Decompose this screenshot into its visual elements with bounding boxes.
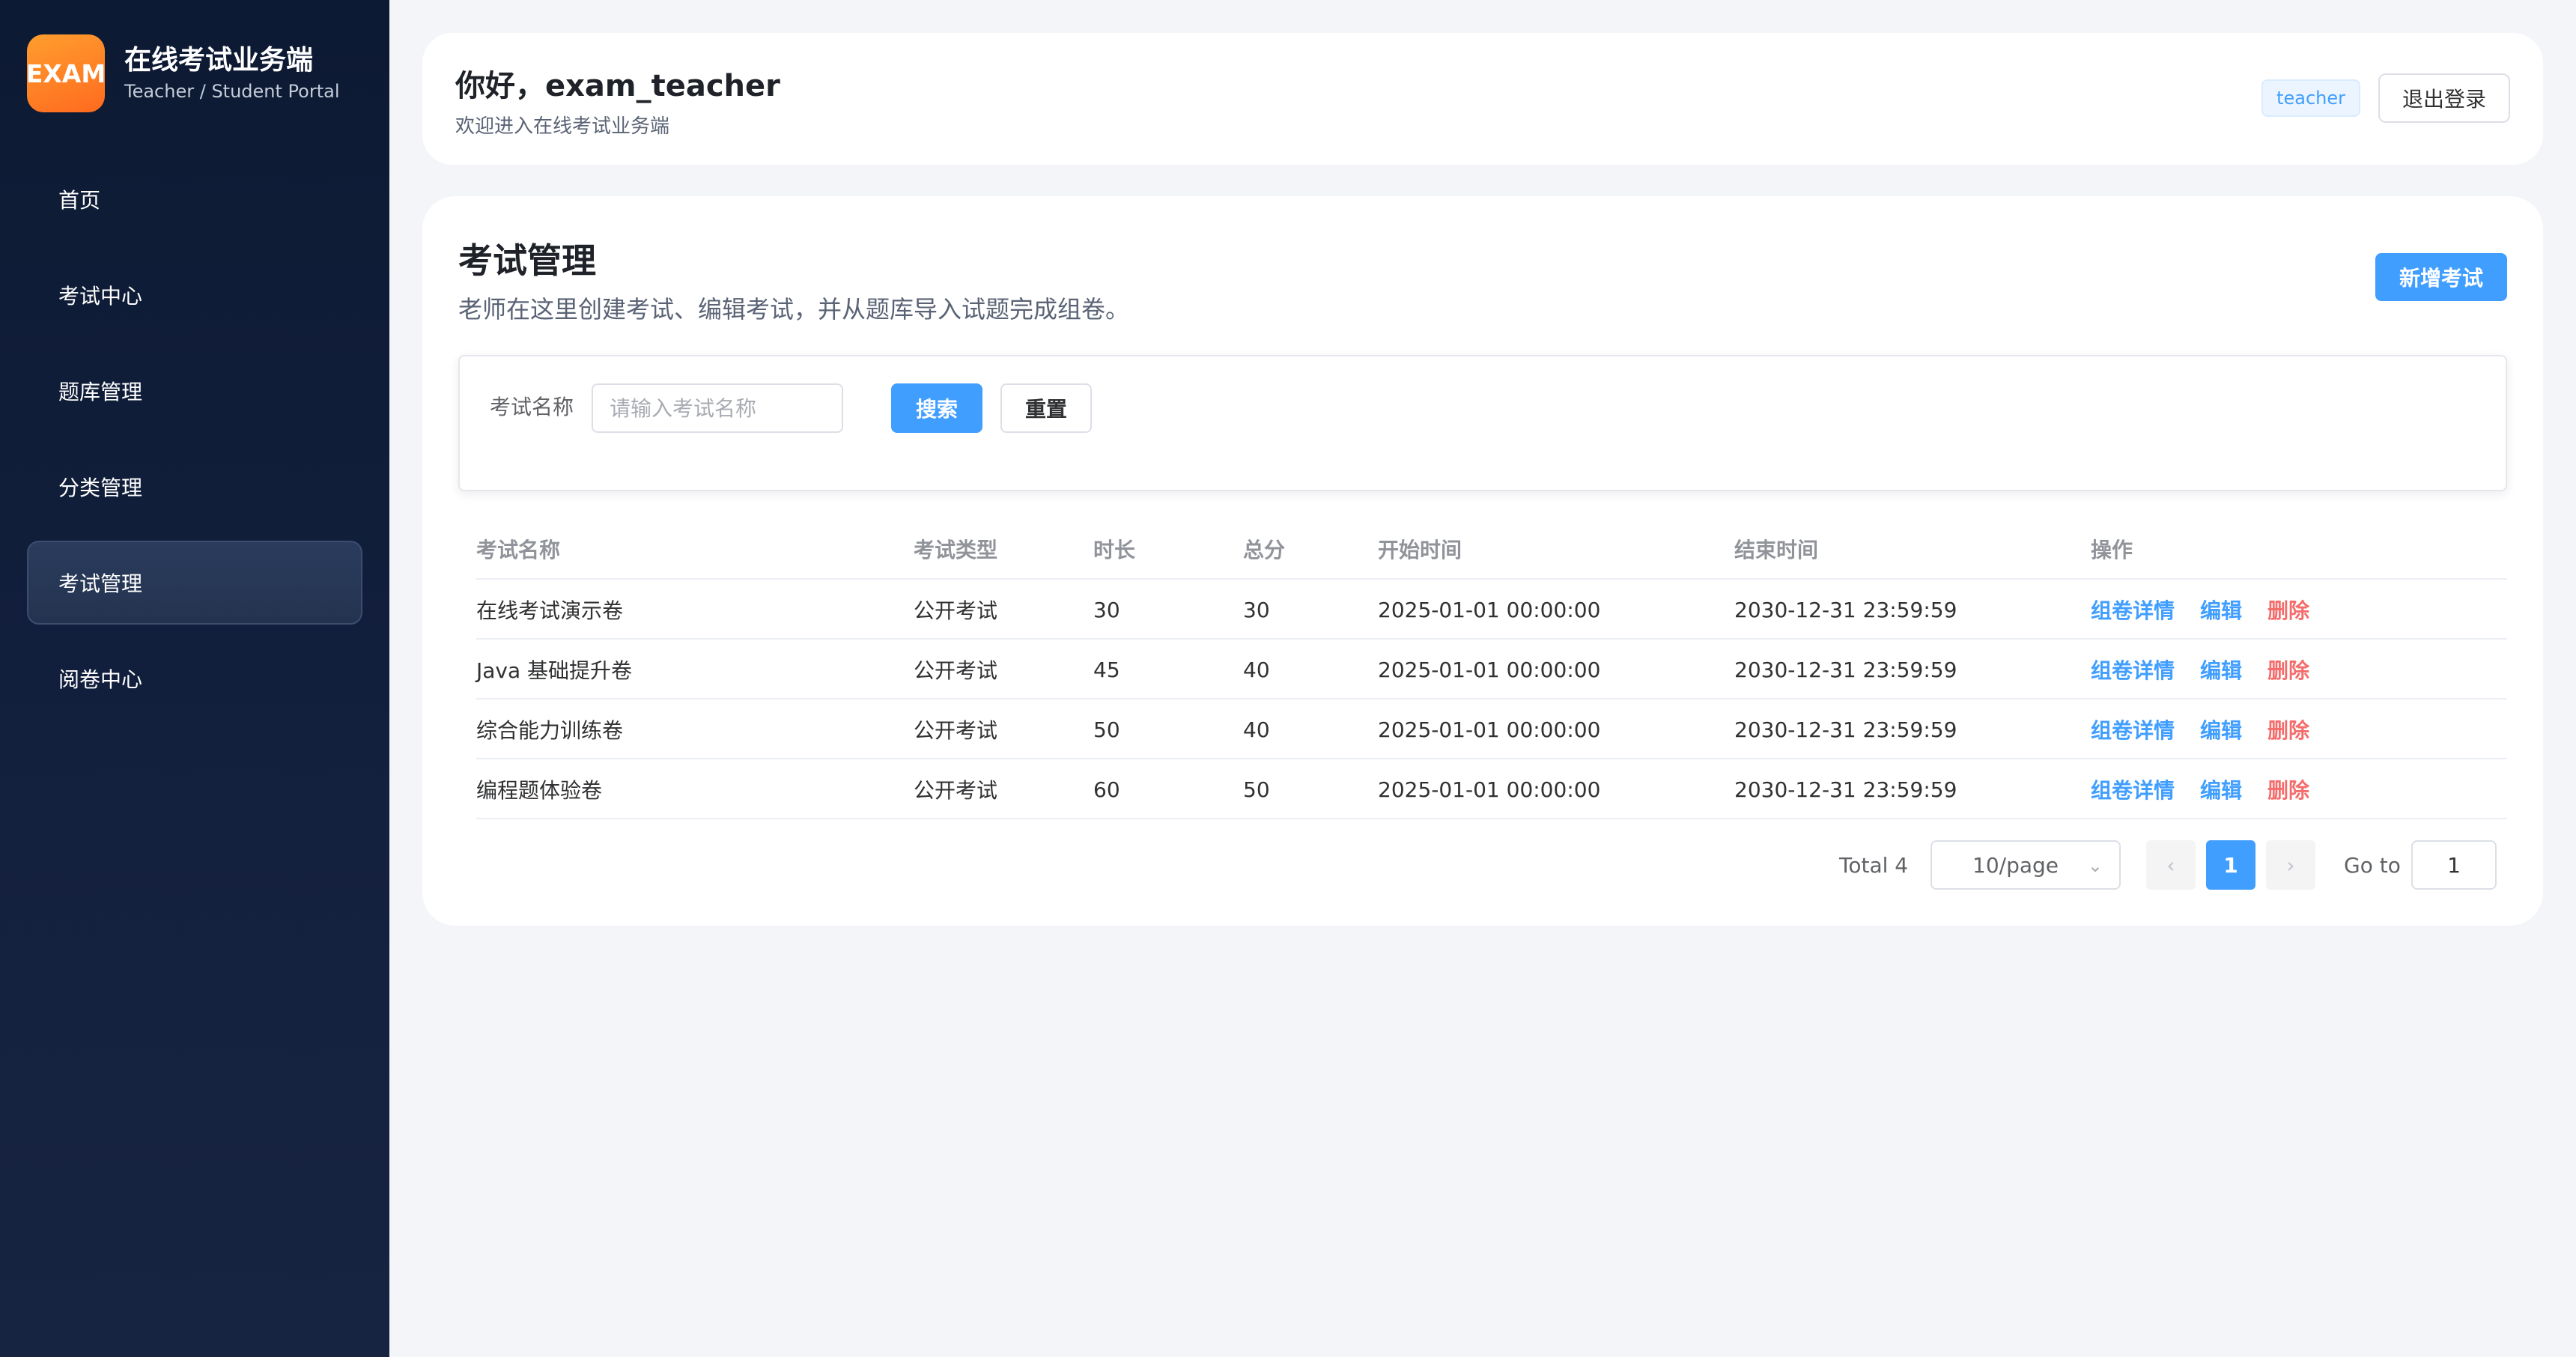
main-card: 考试管理 老师在这里创建考试、编辑考试，并从题库导入试题完成组卷。 新增考试 考… (422, 196, 2543, 926)
chevron-left-icon: ‹ (2166, 852, 2175, 878)
table-row: 综合能力训练卷 公开考试 50 40 2025-01-01 00:00:00 2… (476, 699, 2507, 759)
detail-link[interactable]: 组卷详情 (2091, 714, 2175, 744)
cell-exam-name: 在线考试演示卷 (476, 598, 624, 623)
cell-end-time: 2030-12-31 23:59:59 (1734, 597, 1957, 622)
role-tag: teacher (2261, 79, 2360, 117)
cell-exam-type: 公开考试 (914, 778, 998, 803)
page-size-value: 10/page (1972, 852, 2059, 878)
page-number-button[interactable]: 1 (2206, 840, 2255, 890)
search-button[interactable]: 搜索 (891, 383, 982, 433)
sidebar-item-question-bank[interactable]: 题库管理 (27, 349, 362, 433)
edit-link[interactable]: 编辑 (2200, 774, 2242, 804)
sidebar-item-label: 分类管理 (58, 476, 143, 500)
cell-actions: 组卷详情 编辑 删除 (2091, 640, 2309, 699)
column-header-type: 考试类型 (914, 538, 998, 562)
brand: EXAM 在线考试业务端 Teacher / Student Portal (26, 34, 340, 112)
add-exam-button[interactable]: 新增考试 (2375, 253, 2507, 301)
cell-actions: 组卷详情 编辑 删除 (2091, 759, 2309, 819)
cell-actions: 组卷详情 编辑 删除 (2091, 580, 2309, 640)
cell-duration: 30 (1093, 597, 1120, 622)
page-description: 老师在这里创建考试、编辑考试，并从题库导入试题完成组卷。 (458, 295, 1130, 324)
cell-exam-name: 综合能力训练卷 (476, 718, 624, 743)
table-row: 在线考试演示卷 公开考试 30 30 2025-01-01 00:00:00 2… (476, 580, 2507, 640)
cell-start-time: 2025-01-01 00:00:00 (1378, 657, 1601, 682)
cell-duration: 50 (1093, 717, 1120, 742)
cell-start-time: 2025-01-01 00:00:00 (1378, 777, 1601, 802)
exam-name-search-input[interactable] (592, 383, 843, 433)
detail-link[interactable]: 组卷详情 (2091, 595, 2175, 625)
cell-duration: 45 (1093, 657, 1120, 682)
column-header-score: 总分 (1243, 538, 1286, 562)
cell-score: 40 (1243, 717, 1270, 742)
cell-end-time: 2030-12-31 23:59:59 (1734, 777, 1957, 802)
column-header-actions: 操作 (2091, 538, 2133, 562)
brand-title: 在线考试业务端 (124, 45, 314, 76)
cell-exam-name: Java 基础提升卷 (476, 658, 633, 683)
sidebar-item-exam-center[interactable]: 考试中心 (27, 253, 362, 337)
next-page-button[interactable]: › (2266, 840, 2315, 890)
header-card: 你好，exam_teacher 欢迎进入在线考试业务端 teacher 退出登录 (422, 33, 2543, 165)
logout-button[interactable]: 退出登录 (2378, 73, 2510, 123)
delete-link[interactable]: 删除 (2267, 714, 2309, 744)
chevron-down-icon: ⌄ (2087, 855, 2103, 876)
sidebar-item-exam-management[interactable]: 考试管理 (27, 541, 362, 625)
sidebar-item-label: 题库管理 (58, 380, 143, 404)
cell-actions: 组卷详情 编辑 删除 (2091, 699, 2309, 759)
brand-logo: EXAM (26, 34, 106, 112)
greeting: 你好，exam_teacher (455, 69, 780, 103)
cell-score: 50 (1243, 777, 1270, 802)
reset-button[interactable]: 重置 (1000, 383, 1092, 433)
app-root: EXAM 在线考试业务端 Teacher / Student Portal 首页… (0, 0, 2576, 1357)
edit-link[interactable]: 编辑 (2200, 655, 2242, 684)
search-label: 考试名称 (490, 395, 574, 419)
search-panel: 考试名称 搜索 重置 (458, 355, 2507, 491)
detail-link[interactable]: 组卷详情 (2091, 655, 2175, 684)
column-header-name: 考试名称 (476, 538, 561, 562)
pagination-total: Total 4 (1839, 852, 1909, 878)
page-title: 考试管理 (458, 240, 596, 281)
cell-score: 30 (1243, 597, 1270, 622)
detail-link[interactable]: 组卷详情 (2091, 774, 2175, 804)
pagination: Total 4 10/page ⌄ ‹ 1 › Go to (422, 840, 2543, 890)
column-header-duration: 时长 (1093, 538, 1136, 562)
exam-table: 考试名称 考试类型 时长 总分 开始时间 结束时间 操作 在线考试演示卷 公开考… (476, 518, 2507, 819)
sidebar-item-categories[interactable]: 分类管理 (27, 445, 362, 529)
cell-exam-name: 编程题体验卷 (476, 778, 603, 803)
delete-link[interactable]: 删除 (2267, 774, 2309, 804)
delete-link[interactable]: 删除 (2267, 655, 2309, 684)
brand-subtitle: Teacher / Student Portal (124, 81, 340, 102)
cell-exam-type: 公开考试 (914, 658, 998, 683)
column-header-start: 开始时间 (1378, 538, 1462, 562)
cell-end-time: 2030-12-31 23:59:59 (1734, 657, 1957, 682)
cell-exam-type: 公开考试 (914, 598, 998, 623)
table-header: 考试名称 考试类型 时长 总分 开始时间 结束时间 操作 (476, 518, 2507, 580)
chevron-right-icon: › (2286, 852, 2295, 878)
sidebar-item-home[interactable]: 首页 (27, 157, 362, 241)
sidebar-item-label: 首页 (58, 188, 101, 213)
goto-label: Go to (2344, 852, 2401, 878)
edit-link[interactable]: 编辑 (2200, 595, 2242, 625)
delete-link[interactable]: 删除 (2267, 595, 2309, 625)
sidebar-nav: 首页 考试中心 题库管理 分类管理 考试管理 阅卷中心 (27, 157, 362, 732)
brand-text: 在线考试业务端 Teacher / Student Portal (124, 43, 340, 103)
page-size-select[interactable]: 10/page ⌄ (1931, 840, 2121, 890)
cell-start-time: 2025-01-01 00:00:00 (1378, 717, 1601, 742)
cell-end-time: 2030-12-31 23:59:59 (1734, 717, 1957, 742)
column-header-end: 结束时间 (1734, 538, 1819, 562)
cell-duration: 60 (1093, 777, 1120, 802)
sidebar-item-label: 阅卷中心 (58, 667, 143, 692)
table-row: Java 基础提升卷 公开考试 45 40 2025-01-01 00:00:0… (476, 640, 2507, 699)
sidebar-item-label: 考试中心 (58, 284, 143, 309)
sidebar-item-label: 考试管理 (58, 571, 143, 596)
cell-start-time: 2025-01-01 00:00:00 (1378, 597, 1601, 622)
welcome-text: 欢迎进入在线考试业务端 (455, 115, 670, 138)
cell-score: 40 (1243, 657, 1270, 682)
edit-link[interactable]: 编辑 (2200, 714, 2242, 744)
sidebar: EXAM 在线考试业务端 Teacher / Student Portal 首页… (0, 0, 389, 1357)
sidebar-item-grading-center[interactable]: 阅卷中心 (27, 637, 362, 720)
table-row: 编程题体验卷 公开考试 60 50 2025-01-01 00:00:00 20… (476, 759, 2507, 819)
cell-exam-type: 公开考试 (914, 718, 998, 743)
goto-page-input[interactable] (2411, 840, 2497, 890)
prev-page-button[interactable]: ‹ (2146, 840, 2196, 890)
